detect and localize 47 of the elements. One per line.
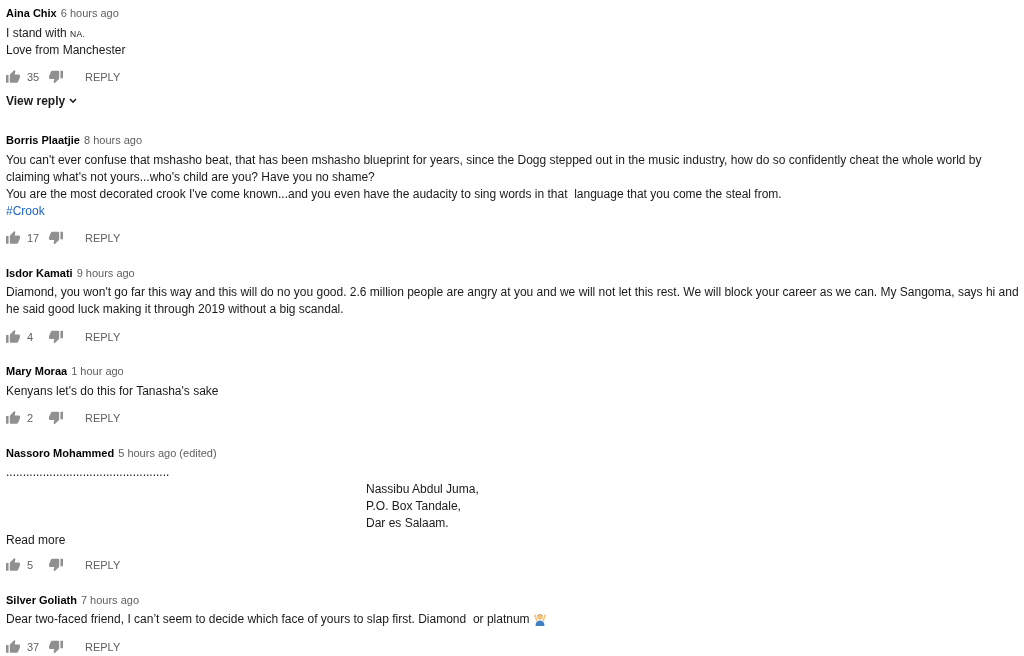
comment-author[interactable]: Borris Plaatjie: [6, 132, 80, 148]
like-count: 5: [27, 559, 35, 571]
comment-time[interactable]: 7 hours ago: [80, 591, 140, 608]
view-replies-button[interactable]: View reply: [6, 93, 78, 109]
comment-author[interactable]: Silver Goliath: [6, 591, 77, 608]
thumbs-down-icon[interactable]: [49, 411, 63, 425]
thumbs-up-icon[interactable]: [6, 639, 20, 654]
read-more-link[interactable]: Read more: [6, 532, 66, 548]
comment-author[interactable]: Aina Chix: [6, 5, 57, 21]
comment-text: You can't ever confuse that mshasho beat, that has been mshasho blueprint for years, since the Dogg stepped out in the music industry, how do so confidently cheat the whole world by claiming what's not yours...who's child are you? Have you no shame? You are the most decorated crook I've come known...and you even have the audacity to sing words in that language that you come the steal from. #Crook: [6, 151, 982, 220]
comment-author[interactable]: Nassoro Mohammed: [6, 444, 115, 461]
reply-button[interactable]: REPLY: [81, 328, 125, 345]
comment-time[interactable]: 9 hours ago: [76, 264, 135, 281]
like-count: 35: [27, 71, 41, 83]
like-count: 37: [27, 640, 41, 653]
comment-time[interactable]: 1 hour ago: [71, 363, 124, 379]
comment-time[interactable]: 5 hours ago (edited): [118, 444, 217, 461]
thumbs-up-icon[interactable]: [6, 70, 20, 84]
thumbs-up-icon[interactable]: [6, 231, 20, 245]
like-count: 17: [27, 232, 41, 244]
comment-time[interactable]: 8 hours ago: [84, 132, 143, 148]
chevron-down-icon: [69, 98, 78, 104]
reply-button[interactable]: REPLY: [81, 557, 125, 573]
thumbs-up-icon[interactable]: [6, 411, 20, 425]
like-count: 4: [27, 330, 35, 343]
comment-author[interactable]: Mary Moraa: [6, 363, 68, 379]
like-count: 2: [27, 412, 35, 424]
comment-text: I stand with NA. Love from Manchester: [6, 24, 126, 59]
comment-author[interactable]: Isdor Kamati: [6, 264, 73, 281]
thumbs-down-icon[interactable]: [49, 329, 63, 344]
comment-text: Kenyans let's do this for Tanasha's sake: [6, 382, 219, 400]
thumbs-down-icon[interactable]: [49, 70, 63, 84]
comment-text: Diamond, you won't go far this way and this will do no you good. 2.6 million people are angry at you and we will not let this rest. We will block your career as we can. My Sangoma, says hi and he said good luck making it through 2019 without a big scandal.: [6, 284, 1019, 318]
thumbs-down-icon[interactable]: [49, 231, 63, 245]
reply-button[interactable]: REPLY: [81, 69, 125, 85]
comment-text: Dear two-faced friend, I can’t seem to decide which face of yours to slap first. Diamond or platnum: [6, 611, 547, 628]
thumbs-down-icon[interactable]: [49, 558, 63, 572]
thumbs-down-icon[interactable]: [49, 639, 63, 654]
thumbs-up-icon[interactable]: [6, 329, 20, 344]
reply-button[interactable]: REPLY: [81, 230, 125, 246]
thumbs-up-icon[interactable]: [6, 558, 20, 572]
reply-button[interactable]: REPLY: [81, 410, 125, 426]
comment-time[interactable]: 6 hours ago: [60, 5, 119, 21]
comment-text: ................................................. Nassibu Abdul Juma, P.O. Box Tandale, Dar es Salaam.: [6, 464, 479, 532]
reply-button[interactable]: REPLY: [81, 638, 125, 655]
hashtag-link[interactable]: #Crook: [6, 202, 45, 220]
person-emoji-icon: [532, 612, 547, 626]
